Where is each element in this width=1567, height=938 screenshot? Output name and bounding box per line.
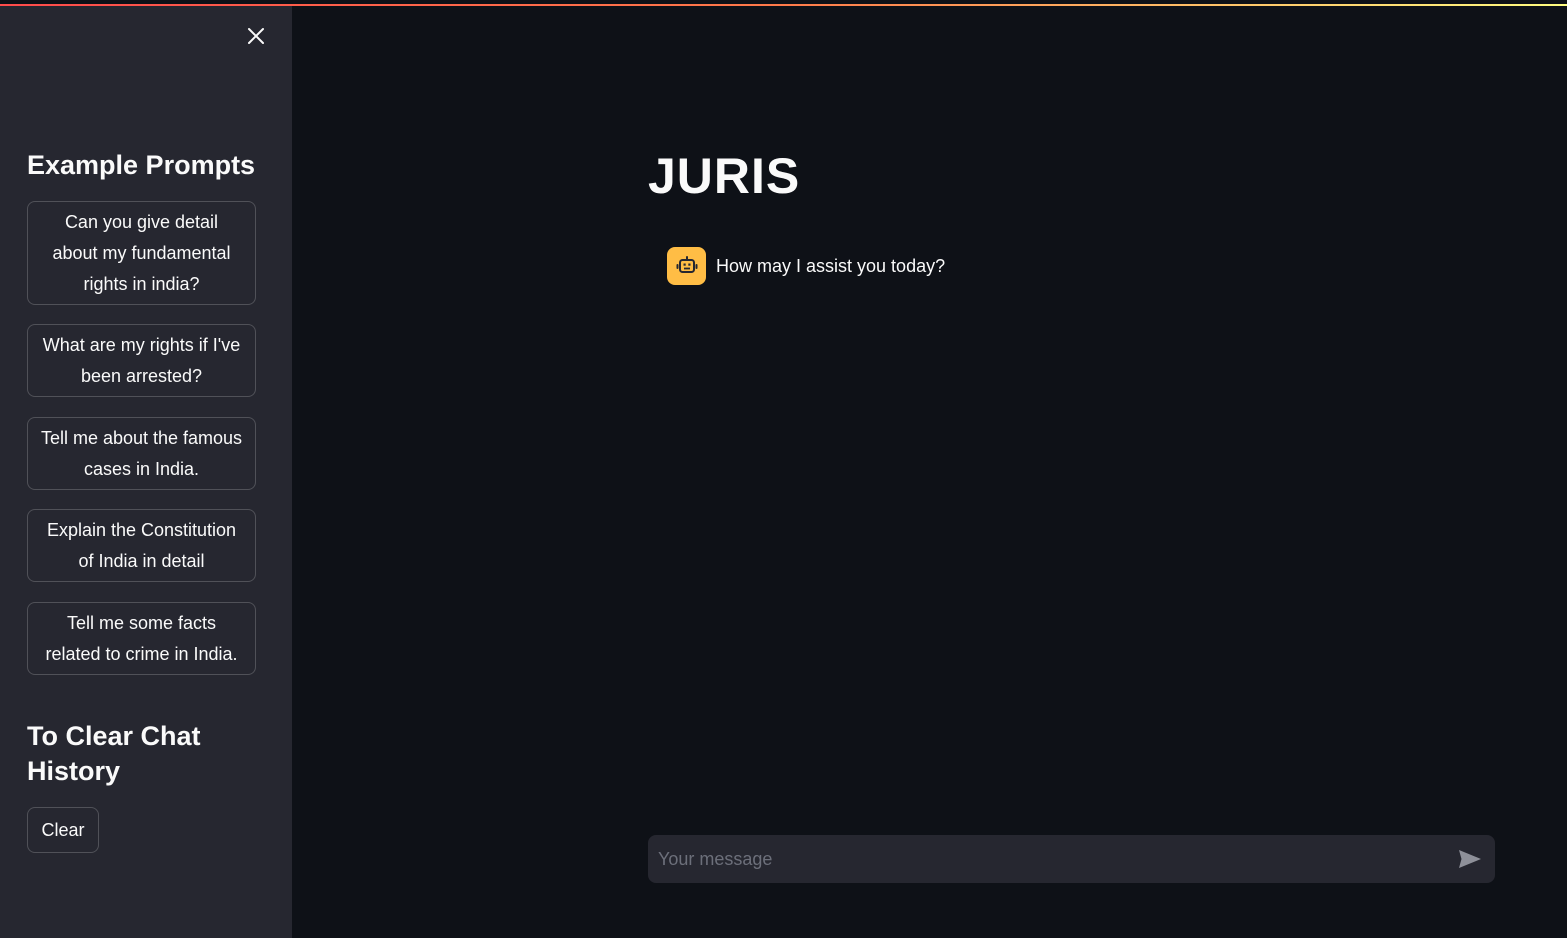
clear-button[interactable]: Clear	[27, 807, 99, 853]
assistant-message-text: How may I assist you today?	[716, 255, 946, 276]
prompt-button-label: Can you give detail about my fundamental…	[52, 211, 231, 294]
page-title: JURIS	[648, 148, 801, 204]
prompt-button-label: Explain the Constitution of India in det…	[46, 519, 237, 571]
send-button[interactable]	[1457, 846, 1483, 872]
chat-message: How may I assist you today?	[667, 247, 945, 285]
clear-history-heading: To Clear Chat History	[27, 721, 201, 786]
chat-input-container	[648, 835, 1495, 883]
prompt-button-label: Tell me some facts related to crime in I…	[45, 612, 238, 664]
send-icon	[1459, 850, 1481, 868]
prompt-button-label: Tell me about the famous cases in India.	[40, 427, 243, 479]
assistant-avatar	[667, 247, 706, 285]
close-icon	[248, 28, 264, 44]
example-prompts-heading: Example Prompts	[27, 150, 256, 180]
prompt-button-constitution[interactable]: Explain the Constitution of India in det…	[27, 509, 256, 582]
prompt-button-arrest-rights[interactable]: What are my rights if I've been arrested…	[27, 324, 256, 397]
prompt-button-famous-cases[interactable]: Tell me about the famous cases in India.	[27, 417, 256, 490]
robot-icon	[676, 256, 697, 273]
clear-button-label: Clear	[41, 819, 85, 840]
sidebar: Example Prompts Can you give detail abou…	[0, 6, 292, 938]
close-sidebar-button[interactable]	[242, 22, 270, 50]
chat-message-input[interactable]	[648, 835, 1438, 883]
prompt-button-fundamental-rights[interactable]: Can you give detail about my fundamental…	[27, 201, 256, 305]
prompt-button-crime-facts[interactable]: Tell me some facts related to crime in I…	[27, 602, 256, 675]
prompt-button-label: What are my rights if I've been arrested…	[42, 334, 241, 386]
